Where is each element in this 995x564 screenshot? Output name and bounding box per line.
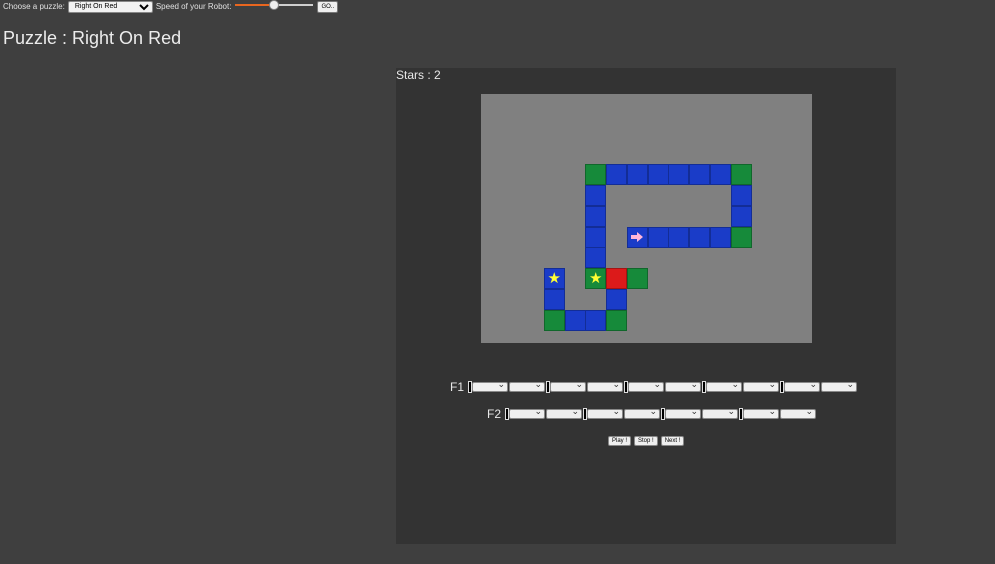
- board-tile-blue: [585, 247, 607, 269]
- page-title: Puzzle : Right On Red: [3, 28, 182, 48]
- command-dropdown[interactable]: [706, 379, 743, 392]
- board-tile-blue: [709, 164, 731, 186]
- command-dropdown[interactable]: [472, 379, 509, 392]
- command-slot: [780, 406, 817, 419]
- command-slot: [624, 379, 665, 393]
- command-slot: [702, 379, 743, 393]
- board-tile-blue: [585, 185, 607, 206]
- toolbar: Choose a puzzle: Right On Red Speed of y…: [3, 0, 339, 13]
- command-dropdown[interactable]: [665, 379, 702, 392]
- board-tile-green: [606, 309, 627, 331]
- command-dropdown[interactable]: [546, 406, 583, 419]
- board-tile-green: [730, 164, 752, 186]
- board-tile-blue: [647, 164, 669, 186]
- command-slot: [665, 379, 702, 392]
- command-dropdown[interactable]: [702, 406, 739, 419]
- board-tile-blue: [689, 164, 710, 186]
- command-dropdown[interactable]: [587, 406, 624, 419]
- board-tile-green: [626, 268, 648, 289]
- play-button[interactable]: Play !: [608, 436, 632, 446]
- board-tile-blue: [668, 226, 690, 248]
- command-dropdown[interactable]: [665, 406, 702, 419]
- star-icon: ★: [589, 270, 603, 287]
- command-slot: [624, 406, 661, 419]
- board-tile-blue: [585, 226, 607, 248]
- board-tile-blue: [564, 309, 586, 331]
- board-tile-blue: [585, 205, 607, 227]
- speed-slider[interactable]: [235, 0, 314, 13]
- stars-counter: Stars : 2: [396, 68, 441, 82]
- choose-puzzle-label: Choose a puzzle:: [3, 2, 65, 11]
- board-tile-blue: [730, 185, 752, 206]
- board-tile-blue: [585, 309, 607, 331]
- function-label-f1: F1: [450, 380, 465, 394]
- go-button[interactable]: GO..: [317, 0, 339, 13]
- board-tile-blue: [606, 164, 627, 186]
- command-slot: [702, 406, 739, 419]
- command-slot: [743, 379, 780, 392]
- command-slot: [546, 379, 587, 393]
- command-slot: [546, 406, 583, 419]
- command-dropdown[interactable]: [743, 379, 780, 392]
- command-dropdown[interactable]: [784, 379, 821, 392]
- board-tile-green: [730, 226, 752, 248]
- puzzle-select[interactable]: Right On Red: [67, 0, 153, 13]
- board-tile-blue: [668, 164, 690, 186]
- command-slot: [468, 379, 509, 393]
- slider-thumb[interactable]: [269, 0, 280, 10]
- command-dropdown[interactable]: [628, 379, 665, 392]
- command-dropdown[interactable]: [743, 406, 780, 419]
- speed-label: Speed of your Robot:: [155, 2, 232, 11]
- board-tile-blue: [606, 288, 627, 310]
- command-slot: [583, 406, 624, 420]
- game-panel: Stars : 2 ★★ F1 F2 Play ! Stop ! Next !: [396, 68, 896, 544]
- board-tile-blue: [689, 226, 710, 248]
- command-dropdown[interactable]: [780, 406, 817, 419]
- command-dropdown[interactable]: [509, 379, 546, 392]
- control-buttons: Play ! Stop ! Next !: [608, 436, 685, 446]
- function-label-f2: F2: [487, 407, 502, 421]
- command-dropdown[interactable]: [550, 379, 587, 392]
- command-slot: [821, 379, 858, 392]
- command-dropdown[interactable]: [509, 406, 546, 419]
- next-button[interactable]: Next !: [660, 436, 685, 446]
- function-row-f1: F1: [450, 379, 858, 394]
- board-tile-blue: [647, 226, 669, 248]
- board-tile-blue: [543, 288, 565, 310]
- stop-button[interactable]: Stop !: [634, 436, 658, 446]
- board-tile-green: [543, 309, 565, 331]
- command-slot: [739, 406, 780, 420]
- command-slot: [780, 379, 821, 393]
- board-tile-blue: [709, 226, 731, 248]
- command-slot: [509, 379, 546, 392]
- function-row-f2: F2: [487, 406, 817, 421]
- command-dropdown[interactable]: [624, 406, 661, 419]
- command-dropdown[interactable]: [821, 379, 858, 392]
- board-tile-green: [585, 164, 607, 186]
- command-dropdown[interactable]: [587, 379, 624, 392]
- star-icon: ★: [547, 270, 561, 287]
- board-tile-blue: [730, 205, 752, 227]
- command-slot: [505, 406, 546, 420]
- command-slot: [587, 379, 624, 392]
- board-tile-red: [606, 268, 627, 289]
- command-slot: [661, 406, 702, 420]
- board-tile-blue: [626, 164, 648, 186]
- robot-arrow-icon: [627, 227, 648, 248]
- game-board: ★ ★: [481, 94, 812, 343]
